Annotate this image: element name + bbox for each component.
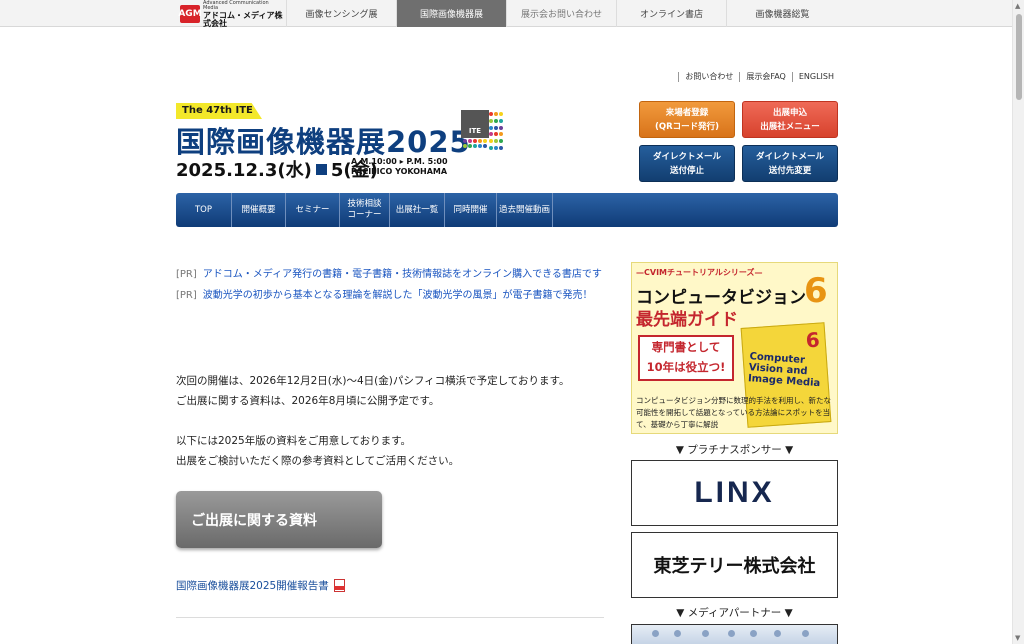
faq-link[interactable]: 展示会FAQ <box>739 72 792 82</box>
main-navigation: TOP 開催概要 セミナー 技術相談 コーナー 出展社一覧 同時開催 過去開催動… <box>176 193 838 227</box>
content-divider <box>176 617 604 618</box>
toptab-equipment-directory[interactable]: 画像機器総覧 <box>726 0 838 27</box>
exhibitor-menu-button[interactable]: 出展申込 出展社メニュー <box>742 101 838 138</box>
ite-logo: ITE <box>461 110 505 154</box>
date-separator-icon <box>315 163 327 175</box>
logo-company-name: アドコム・メディア株式会社 <box>203 10 283 28</box>
scrollbar-thumb[interactable] <box>1016 14 1022 100</box>
event-date: 2025.12.3(水) 5(金) <box>176 156 378 182</box>
sponsor-toshiba-teli-logo[interactable]: 東芝テリー株式会社 <box>631 532 838 598</box>
nav-exhibitor-list[interactable]: 出展社一覧 <box>390 193 445 227</box>
pr-link-ebook[interactable]: [PR] 波動光学の初歩から基本となる理論を解説した「波動光学の風景」が電子書籍で… <box>176 286 592 301</box>
next-event-text: 次回の開催は、2026年12月2日(水)〜4日(金)パシフィコ横浜で予定しており… <box>176 375 570 387</box>
media-partner-banner[interactable] <box>631 624 838 644</box>
ad-subtitle: 最先端ガイド <box>636 310 738 330</box>
event-date-start: 2025.12.3(水) <box>176 160 312 181</box>
materials-usage-text: 出展をご検討いただく際の参考資料としてご活用ください。 <box>176 455 460 467</box>
top-navigation-bar: AGM Advanced Communication Media アドコム・メデ… <box>0 0 1024 27</box>
english-link[interactable]: ENGLISH <box>791 72 840 82</box>
toptab-online-bookstore[interactable]: オンライン書店 <box>616 0 726 27</box>
nav-seminar[interactable]: セミナー <box>286 193 340 227</box>
event-time-venue: A.M.10:00 ▸ P.M. 5:00 PACIFICO YOKOHAMA <box>351 157 448 177</box>
event-time: A.M.10:00 ▸ P.M. 5:00 <box>351 157 448 166</box>
contact-link[interactable]: お問い合わせ <box>678 72 739 82</box>
nav-overview[interactable]: 開催概要 <box>232 193 286 227</box>
scroll-up-arrow-icon[interactable]: ▲ <box>1015 2 1020 10</box>
media-partner-heading: ▼ メディアパートナー ▼ <box>676 607 793 619</box>
platinum-sponsor-heading: ▼ プラチナスポンサー ▼ <box>675 444 794 456</box>
dm-stop-button[interactable]: ダイレクトメール 送付停止 <box>639 145 735 182</box>
materials-intro-text: 以下には2025年版の資料をご用意しております。 <box>176 435 412 447</box>
ite-logo-label: ITE <box>461 110 489 138</box>
toptab-ite[interactable]: 国際画像機器展 <box>396 0 506 27</box>
page-scrollbar[interactable]: ▲ ▼ <box>1012 0 1024 644</box>
logo-mark: AGM <box>178 5 202 23</box>
pr-link-bookstore[interactable]: [PR] アドコム・メディア発行の書籍・電子書籍・技術情報誌をオンライン購入できる… <box>176 265 602 280</box>
toptab-exhibition-inquiry[interactable]: 展示会お問い合わせ <box>506 0 616 27</box>
nav-top[interactable]: TOP <box>176 193 232 227</box>
book-cover-title: Computer Vision and Image Media <box>747 351 821 390</box>
sponsor-linx-logo[interactable]: LINX <box>631 460 838 526</box>
nav-concurrent-events[interactable]: 同時開催 <box>445 193 497 227</box>
toptab-image-sensing[interactable]: 画像センシング展 <box>286 0 396 27</box>
pdf-icon <box>333 579 345 592</box>
ad-series-label: —CVIMチュートリアルシリーズ— <box>636 268 763 277</box>
nav-past-videos[interactable]: 過去開催動画 <box>497 193 553 227</box>
edition-label: The 47th ITE <box>176 103 262 119</box>
utility-links: お問い合わせ 展示会FAQ ENGLISH <box>678 72 840 82</box>
dm-change-address-button[interactable]: ダイレクトメール 送付先変更 <box>742 145 838 182</box>
ite-logo-dots <box>489 112 505 152</box>
book-advertisement[interactable]: —CVIMチュートリアルシリーズ— コンピュータビジョン 6 最先端ガイド 専門… <box>631 262 838 434</box>
ad-volume-number: 6 <box>804 271 828 311</box>
ad-callout: 専門書として 10年は役立つ! <box>638 335 734 381</box>
scroll-down-arrow-icon[interactable]: ▼ <box>1015 634 1020 642</box>
visitor-registration-button[interactable]: 来場者登録 (QRコード発行) <box>639 101 735 138</box>
event-title: 国際画像機器展2025 <box>176 125 471 159</box>
ad-description: コンピュータビジョン分野に数理的手法を利用し、新たな可能性を開拓して話題となって… <box>636 396 831 429</box>
nav-tech-consultation[interactable]: 技術相談 コーナー <box>340 193 390 227</box>
company-logo[interactable]: AGM Advanced Communication Media アドコム・メデ… <box>178 0 285 28</box>
exhibitor-materials-button[interactable]: ご出展に関する資料 <box>176 491 382 548</box>
report-link[interactable]: 国際画像機器展2025開催報告書 <box>176 578 345 593</box>
event-venue: PACIFICO YOKOHAMA <box>351 167 448 176</box>
logo-subtitle: Advanced Communication Media <box>203 0 269 11</box>
materials-schedule-text: ご出展に関する資料は、2026年8月頃に公開予定です。 <box>176 395 440 407</box>
